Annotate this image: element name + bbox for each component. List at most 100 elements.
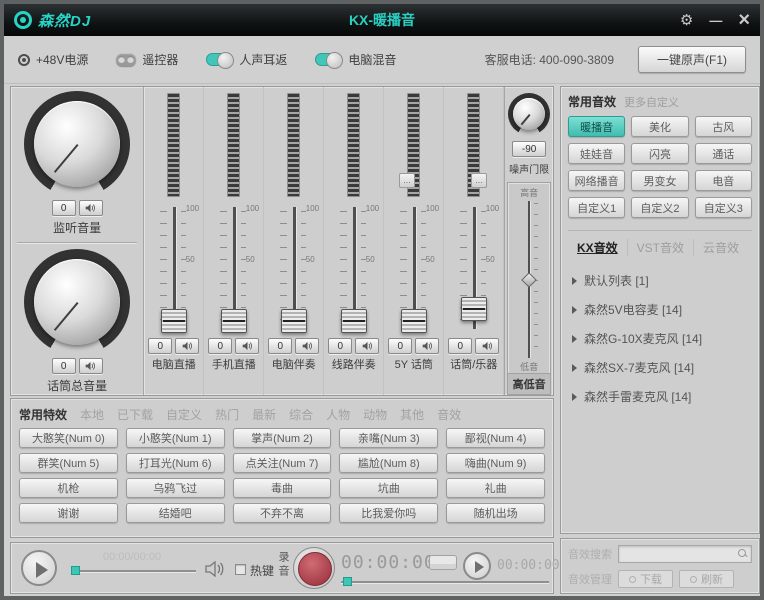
- channel-mute-button[interactable]: [475, 338, 500, 354]
- voice-effect-button[interactable]: 自定义3: [694, 197, 752, 218]
- voice-effect-button[interactable]: 自定义1: [568, 197, 626, 218]
- pc-mix-toggle[interactable]: [315, 52, 344, 69]
- channel-mute-button[interactable]: [175, 338, 200, 354]
- voice-effect-button[interactable]: 网络播音: [568, 170, 626, 191]
- preset-list-item[interactable]: 森然5V电容麦 [14]: [568, 295, 752, 324]
- preview-play-button[interactable]: [463, 552, 491, 580]
- noise-gate-knob[interactable]: [508, 93, 551, 135]
- sound-effect-button[interactable]: 坑曲: [339, 478, 439, 498]
- record-button[interactable]: [293, 547, 335, 589]
- sound-effect-button[interactable]: 随机出场: [446, 503, 545, 523]
- channel-mute-button[interactable]: [235, 338, 260, 354]
- voice-effect-button[interactable]: 男变女: [631, 170, 689, 191]
- fader-handle[interactable]: [460, 297, 487, 321]
- tab-general[interactable]: 综合: [289, 406, 313, 423]
- fader-handle[interactable]: [340, 309, 367, 333]
- fx-slot-button[interactable]: …: [471, 173, 487, 188]
- preset-list-item[interactable]: 森然G-10X麦克风 [14]: [568, 324, 752, 353]
- play-button[interactable]: [21, 550, 57, 586]
- fader-handle[interactable]: [400, 309, 427, 333]
- voice-effect-button[interactable]: 暖播音: [568, 116, 626, 137]
- record-progress-handle[interactable]: [343, 577, 352, 586]
- tab-kx-effects[interactable]: KX音效: [568, 239, 628, 256]
- channel-fader[interactable]: 100 50: [204, 203, 263, 335]
- tab-newest[interactable]: 最新: [252, 406, 276, 423]
- remote-control-button[interactable]: 遥控器: [116, 51, 178, 68]
- close-button[interactable]: ×: [738, 10, 750, 30]
- mic-master-mute-button[interactable]: [78, 358, 103, 374]
- sound-effect-button[interactable]: 鄙视(Num 4): [446, 428, 545, 448]
- sound-effect-button[interactable]: 谢谢: [19, 503, 118, 523]
- sound-effect-button[interactable]: 机枪: [19, 478, 118, 498]
- tab-sound[interactable]: 音效: [437, 406, 461, 423]
- tab-other[interactable]: 其他: [400, 406, 424, 423]
- fader-handle[interactable]: [160, 309, 187, 333]
- tab-vst-effects[interactable]: VST音效: [628, 239, 695, 256]
- record-list-button[interactable]: [429, 555, 457, 570]
- sound-effect-button[interactable]: 嗨曲(Num 9): [446, 453, 545, 473]
- tab-hot[interactable]: 热门: [215, 406, 239, 423]
- sound-effect-button[interactable]: 大憨笑(Num 0): [19, 428, 118, 448]
- tab-cloud-effects[interactable]: 云音效: [694, 239, 748, 256]
- record-progress-slider[interactable]: [341, 581, 549, 583]
- sound-effect-button[interactable]: 尴尬(Num 8): [339, 453, 439, 473]
- sound-effect-button[interactable]: 比我爱你吗: [339, 503, 439, 523]
- seek-slider-handle[interactable]: [71, 566, 80, 575]
- fader-handle[interactable]: [280, 309, 307, 333]
- hotkey-checkbox[interactable]: [235, 564, 246, 575]
- voice-effect-button[interactable]: 电音: [694, 170, 752, 191]
- volume-speaker-icon[interactable]: [205, 561, 225, 577]
- download-button[interactable]: 下载: [618, 570, 673, 588]
- sound-effect-button[interactable]: 结婚吧: [125, 503, 225, 523]
- voice-effect-button[interactable]: 自定义2: [631, 197, 689, 218]
- voice-effect-button[interactable]: 古风: [694, 116, 752, 137]
- channel-mute-button[interactable]: [355, 338, 380, 354]
- sound-effect-button[interactable]: 小憨笑(Num 1): [125, 428, 225, 448]
- search-icon[interactable]: [738, 549, 748, 559]
- sound-effect-button[interactable]: 礼曲: [446, 478, 545, 498]
- channel-fader[interactable]: 100 50: [324, 203, 383, 335]
- effect-search-input[interactable]: [619, 548, 751, 564]
- mic-master-knob[interactable]: [24, 249, 131, 355]
- channel-mute-button[interactable]: [295, 338, 320, 354]
- settings-gear-icon[interactable]: ⚙: [680, 13, 693, 28]
- sound-effect-button[interactable]: 毒曲: [232, 478, 332, 498]
- sound-effect-button[interactable]: 掌声(Num 2): [232, 428, 332, 448]
- sound-effect-button[interactable]: 点关注(Num 7): [232, 453, 332, 473]
- channel-fader[interactable]: 100 50: [384, 203, 443, 335]
- seek-slider[interactable]: [71, 570, 196, 572]
- tab-animal[interactable]: 动物: [363, 406, 387, 423]
- tab-downloaded[interactable]: 已下载: [117, 406, 153, 423]
- monitor-mute-button[interactable]: [78, 200, 103, 216]
- sound-effect-button[interactable]: 乌鸦飞过: [125, 478, 225, 498]
- more-custom-link[interactable]: 更多自定义: [624, 94, 679, 110]
- channel-fader[interactable]: 100 50: [264, 203, 323, 335]
- fader-handle[interactable]: [220, 309, 247, 333]
- sound-effect-button[interactable]: 亲嘴(Num 3): [339, 428, 439, 448]
- phantom-power-toggle[interactable]: +48V电源: [18, 51, 88, 68]
- channel-fader[interactable]: 100 50: [444, 203, 503, 335]
- voice-effect-button[interactable]: 美化: [631, 116, 689, 137]
- sound-effect-button[interactable]: 群笑(Num 5): [19, 453, 118, 473]
- preset-list-item[interactable]: 森然手雷麦克风 [14]: [568, 382, 752, 411]
- tab-local[interactable]: 本地: [80, 406, 104, 423]
- monitor-volume-knob[interactable]: [24, 91, 131, 197]
- voice-effect-button[interactable]: 娃娃音: [568, 143, 626, 164]
- channel-fader[interactable]: 100 50: [144, 203, 203, 335]
- refresh-button[interactable]: 刷新: [679, 570, 734, 588]
- sound-effect-button[interactable]: 打耳光(Num 6): [125, 453, 225, 473]
- tab-common-effects[interactable]: 常用特效: [19, 406, 67, 423]
- minimize-button[interactable]: —: [709, 14, 722, 27]
- preset-list-item[interactable]: 默认列表 [1]: [568, 266, 752, 295]
- tab-people[interactable]: 人物: [326, 406, 350, 423]
- vocal-monitor-toggle[interactable]: [206, 52, 235, 69]
- tab-custom[interactable]: 自定义: [166, 406, 202, 423]
- voice-effect-button[interactable]: 通话: [694, 143, 752, 164]
- one-key-original-button[interactable]: 一键原声(F1): [638, 46, 746, 73]
- preset-list-item[interactable]: 森然SX-7麦克风 [14]: [568, 353, 752, 382]
- voice-effect-button[interactable]: 闪亮: [631, 143, 689, 164]
- fx-slot-button[interactable]: …: [399, 173, 415, 188]
- sound-effect-button[interactable]: 不弃不离: [232, 503, 332, 523]
- channel-mute-button[interactable]: [415, 338, 440, 354]
- tone-slider[interactable]: [508, 199, 550, 360]
